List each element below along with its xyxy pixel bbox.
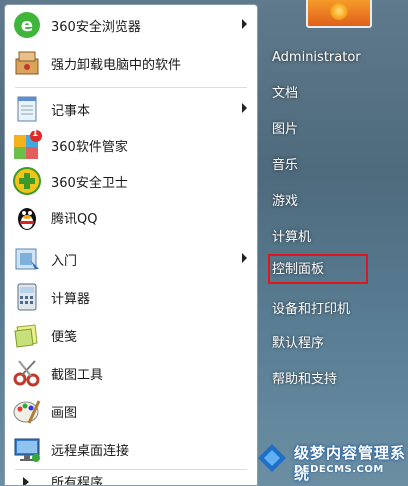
program-item-calculator[interactable]: 计算器 xyxy=(9,279,253,315)
qq-penguin-icon xyxy=(11,201,43,233)
all-programs-label: 所有程序 xyxy=(51,475,104,486)
computer-link[interactable]: 计算机 xyxy=(272,226,311,250)
devices-and-printers-link[interactable]: 设备和打印机 xyxy=(272,298,350,322)
program-label: 便笺 xyxy=(51,329,78,345)
notepad-icon xyxy=(11,93,43,125)
submenu-arrow-icon[interactable] xyxy=(242,19,247,29)
program-item-getting-started[interactable]: 入门 xyxy=(9,241,253,277)
user-name-link[interactable]: Administrator xyxy=(272,46,361,70)
program-item-qq[interactable]: 腾讯QQ xyxy=(9,199,253,235)
control-panel-highlight-box xyxy=(268,254,368,284)
calculator-icon xyxy=(11,281,43,313)
program-label: 腾讯QQ xyxy=(51,211,98,227)
default-programs-link[interactable]: 默认程序 xyxy=(272,332,324,356)
dedecms-logo-icon xyxy=(254,440,290,476)
360-security-guard-icon xyxy=(11,165,43,197)
program-label: 强力卸载电脑中的软件 xyxy=(51,57,182,73)
program-label: 入门 xyxy=(51,253,78,269)
separator xyxy=(15,469,247,470)
svg-text:e: e xyxy=(21,15,33,36)
program-label: 360安全卫士 xyxy=(51,175,128,191)
site-watermark: 级梦内容管理系统 DEDECMS.COM xyxy=(248,432,408,486)
submenu-arrow-icon[interactable] xyxy=(242,103,247,113)
submenu-arrow-icon[interactable] xyxy=(242,253,247,263)
program-item-paint[interactable]: 画图 xyxy=(9,393,253,429)
program-label: 360安全浏览器 xyxy=(51,19,141,35)
help-and-support-link[interactable]: 帮助和支持 xyxy=(272,368,337,392)
watermark-url: DEDECMS.COM xyxy=(294,464,384,475)
program-item-remote-desktop[interactable]: 远程桌面连接 xyxy=(9,431,253,467)
separator xyxy=(15,87,247,88)
music-link[interactable]: 音乐 xyxy=(272,154,298,178)
program-label: 截图工具 xyxy=(51,367,104,383)
all-programs-button[interactable]: 所有程序 xyxy=(9,471,253,486)
update-badge: 1 xyxy=(32,129,39,139)
documents-link[interactable]: 文档 xyxy=(272,82,298,106)
program-item-360-security-guard[interactable]: 360安全卫士 xyxy=(9,163,253,199)
program-item-snipping-tool[interactable]: 截图工具 xyxy=(9,355,253,391)
snipping-tool-icon xyxy=(11,357,43,389)
program-label: 画图 xyxy=(51,405,78,421)
program-item-sticky-notes[interactable]: 便笺 xyxy=(9,317,253,353)
games-link[interactable]: 游戏 xyxy=(272,190,298,214)
program-item-uninstall[interactable]: 强力卸载电脑中的软件 xyxy=(9,45,253,81)
program-item-360-browser[interactable]: e 360安全浏览器 xyxy=(9,7,253,43)
program-label: 计算器 xyxy=(51,291,91,307)
program-label: 360软件管家 xyxy=(51,139,128,155)
watermark-title: 级梦内容管理系统 xyxy=(294,444,407,483)
start-menu-program-list: e 360安全浏览器 强力卸载电脑中的软件 记事本 1 360软件管家 360安… xyxy=(4,4,258,486)
program-item-360-software-manager[interactable]: 1 360软件管家 xyxy=(9,127,253,163)
all-programs-arrow-icon xyxy=(11,471,43,485)
program-label: 记事本 xyxy=(51,103,91,119)
remote-desktop-icon xyxy=(11,433,43,465)
paint-icon xyxy=(11,395,43,427)
360-browser-icon: e xyxy=(11,9,43,41)
sticky-notes-icon xyxy=(11,319,43,351)
uninstall-icon xyxy=(11,47,43,79)
program-label: 远程桌面连接 xyxy=(51,443,130,459)
getting-started-icon xyxy=(11,243,43,275)
program-item-notepad[interactable]: 记事本 xyxy=(9,91,253,127)
pictures-link[interactable]: 图片 xyxy=(272,118,298,142)
360-software-manager-icon: 1 xyxy=(11,129,43,161)
